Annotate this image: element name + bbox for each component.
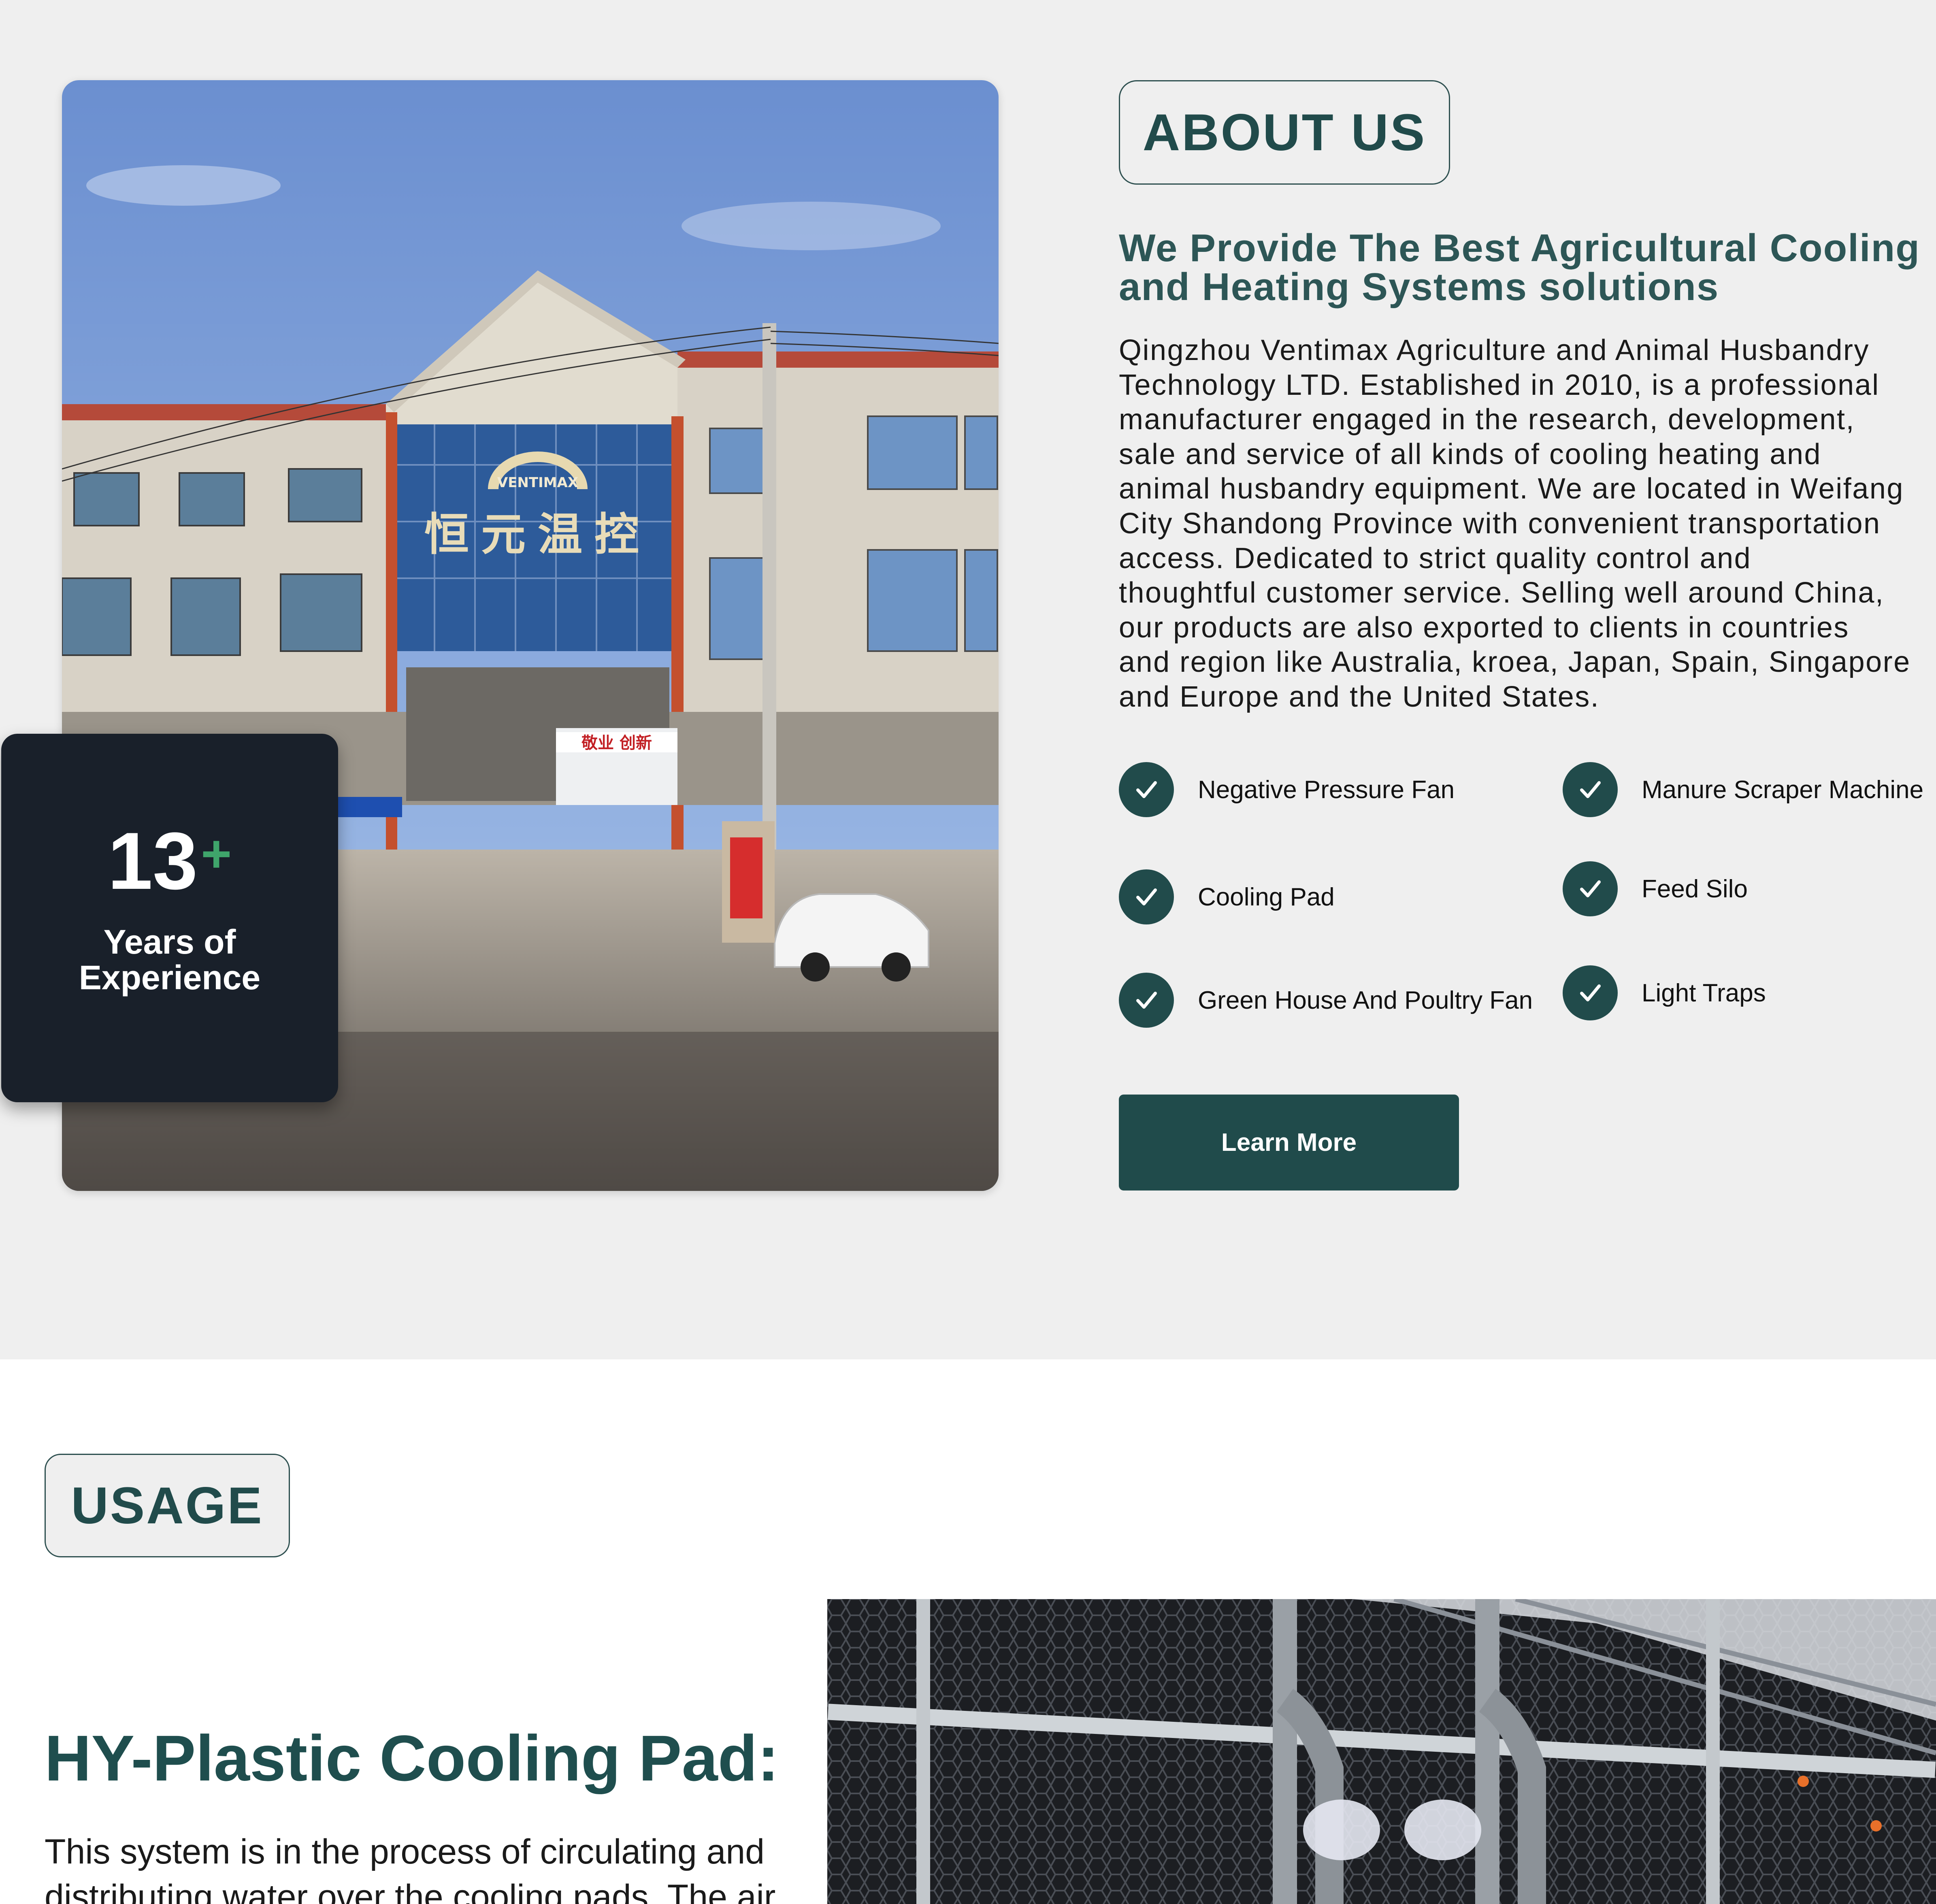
feature-item: Feed Silo [1563, 860, 1748, 917]
check-icon [1119, 973, 1174, 1028]
feature-label: Green House And Poultry Fan [1198, 986, 1533, 1014]
cooling-pad-photo [827, 1599, 1936, 1904]
about-heading: We Provide The Best Agricultural Cooling… [1119, 226, 1920, 309]
about-description: Qingzhou Ventimax Agriculture and Animal… [1119, 334, 1911, 713]
learn-more-button[interactable]: Learn More [1119, 1095, 1459, 1191]
feature-label: Cooling Pad [1198, 883, 1335, 911]
logo-text: VENTIMAX [497, 475, 578, 491]
check-icon [1563, 762, 1618, 817]
check-icon [1563, 861, 1618, 916]
feature-item: Green House And Poultry Fan [1119, 972, 1533, 1029]
usage-heading: HY-Plastic Cooling Pad: [45, 1722, 779, 1794]
usage-text: This system is in the process of circula… [45, 1832, 776, 1904]
experience-value: 13 [107, 816, 198, 906]
experience-label: Years of Experience [79, 923, 261, 997]
experience-plus: + [201, 824, 232, 883]
check-icon [1119, 869, 1174, 924]
feature-label: Manure Scraper Machine [1642, 775, 1924, 804]
usage-section: USAGE HY-Plastic Cooling Pad: This syste… [0, 1359, 1936, 1904]
experience-card: 13+ Years of Experience [1, 734, 338, 1102]
usage-tag: USAGE [45, 1454, 290, 1557]
feature-label: Feed Silo [1642, 875, 1748, 903]
feature-item: Manure Scraper Machine [1563, 761, 1923, 818]
feature-item: Cooling Pad [1119, 869, 1335, 925]
check-icon [1563, 965, 1618, 1020]
about-tag: ABOUT US [1119, 80, 1450, 185]
feature-label: Negative Pressure Fan [1198, 775, 1455, 804]
feature-list: Negative Pressure Fan Cooling Pad Green … [1119, 761, 1936, 1037]
sign-text: 恒元温控 [424, 508, 651, 560]
feature-item: Light Traps [1563, 965, 1766, 1021]
about-section: VENTIMAX 恒元温控 敬业 创新 13+ Years of Experie… [0, 0, 1936, 1359]
feature-item: Negative Pressure Fan [1119, 761, 1455, 818]
experience-number: 13+ [1, 821, 338, 902]
check-icon [1119, 762, 1174, 817]
feature-label: Light Traps [1642, 979, 1766, 1007]
banner-text: 敬业 创新 [581, 734, 652, 752]
